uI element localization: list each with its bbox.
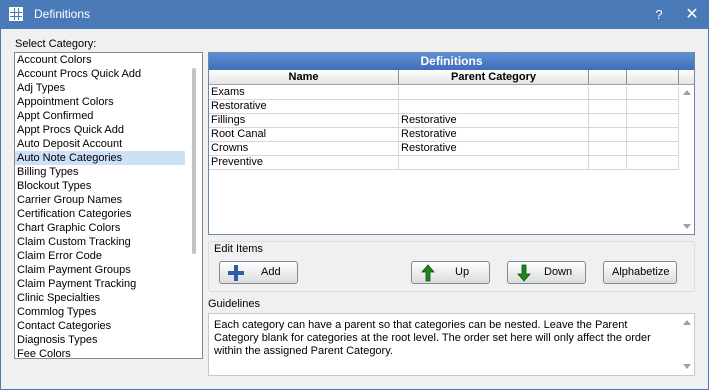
guidelines-scroll-down-icon[interactable] [683, 364, 691, 369]
cell-name: Restorative [209, 100, 399, 113]
up-button[interactable]: Up [411, 261, 490, 284]
cell-parent-category [399, 86, 589, 99]
grid-icon [9, 7, 23, 21]
table-row[interactable]: Exams [209, 86, 679, 100]
title-bar[interactable]: Definitions ? ✕ [1, 1, 708, 29]
category-item[interactable]: Claim Payment Groups [15, 263, 185, 277]
guidelines-scroll-up-icon[interactable] [683, 320, 691, 325]
category-item[interactable]: Account Procs Quick Add [15, 67, 185, 81]
category-item[interactable]: Auto Deposit Account [15, 137, 185, 151]
category-item[interactable]: Claim Custom Tracking [15, 235, 185, 249]
table-row[interactable]: Crowns Restorative [209, 142, 679, 156]
cell-blank [627, 156, 679, 169]
category-item[interactable]: Appt Procs Quick Add [15, 123, 185, 137]
down-button-label: Down [544, 266, 573, 278]
category-item[interactable]: Carrier Group Names [15, 193, 185, 207]
window-title: Definitions [34, 7, 91, 21]
category-item[interactable]: Contact Categories [15, 319, 185, 333]
category-item[interactable]: Adj Types [15, 81, 185, 95]
down-button[interactable]: Down [507, 261, 586, 284]
cell-blank [589, 142, 627, 155]
scroll-up-arrow-icon[interactable] [683, 90, 691, 95]
alphabetize-button[interactable]: Alphabetize [603, 261, 677, 284]
table-row[interactable]: Preventive [209, 156, 679, 170]
scroll-down-arrow-icon[interactable] [683, 224, 691, 229]
cell-parent-category [399, 100, 589, 113]
category-item[interactable]: Auto Note Categories [15, 151, 185, 165]
select-category-label: Select Category: [15, 38, 97, 50]
category-list[interactable]: Account Colors Account Procs Quick Add Adj… [14, 52, 203, 359]
category-item[interactable]: Blockout Types [15, 179, 185, 193]
up-button-label: Up [455, 266, 470, 278]
plus-icon [228, 265, 244, 281]
guidelines-text: Each category can have a parent so that … [214, 319, 651, 357]
table-row[interactable]: Restorative [209, 100, 679, 114]
grid-header: Name Parent Category [209, 70, 694, 85]
category-list-scrollbar[interactable] [187, 53, 202, 358]
cell-parent-category [399, 156, 589, 169]
add-button-label: Add [261, 266, 281, 278]
column-header-blank-1 [589, 70, 627, 84]
category-item[interactable]: Billing Types [15, 165, 185, 179]
cell-blank [589, 86, 627, 99]
cell-blank [627, 86, 679, 99]
category-item[interactable]: Diagnosis Types [15, 333, 185, 347]
category-item[interactable]: Claim Error Code [15, 249, 185, 263]
add-button[interactable]: Add [219, 261, 298, 284]
category-item[interactable]: Certification Categories [15, 207, 185, 221]
close-button[interactable]: ✕ [676, 1, 708, 29]
cell-parent-category: Restorative [399, 114, 589, 127]
arrow-up-icon [421, 264, 435, 282]
cell-blank [627, 114, 679, 127]
edit-items-group: Add Up Down Alphabetize [208, 241, 695, 292]
column-header-name[interactable]: Name [209, 70, 399, 84]
category-item[interactable]: Appt Confirmed [15, 109, 185, 123]
column-header-parent-category[interactable]: Parent Category [399, 70, 589, 84]
cell-blank [589, 114, 627, 127]
table-row[interactable]: Fillings Restorative [209, 114, 679, 128]
grid-title: Definitions [209, 53, 694, 70]
cell-blank [627, 128, 679, 141]
table-row[interactable]: Root Canal Restorative [209, 128, 679, 142]
cell-parent-category: Restorative [399, 142, 589, 155]
category-list-scroll-thumb[interactable] [192, 68, 196, 254]
category-item[interactable]: Appointment Colors [15, 95, 185, 109]
guidelines-label: Guidelines [208, 298, 260, 310]
grid-scrollbar[interactable] [679, 85, 694, 234]
cell-name: Preventive [209, 156, 399, 169]
cell-blank [627, 100, 679, 113]
cell-blank [589, 128, 627, 141]
alphabetize-button-label: Alphabetize [612, 266, 670, 278]
arrow-down-icon [517, 264, 531, 282]
cell-blank [589, 156, 627, 169]
definitions-window: Definitions ? ✕ Select Category: Account… [0, 0, 709, 390]
category-item[interactable]: Clinic Specialties [15, 291, 185, 305]
guidelines-textbox[interactable]: Each category can have a parent so that … [208, 313, 695, 376]
cell-name: Fillings [209, 114, 399, 127]
cell-name: Crowns [209, 142, 399, 155]
category-item[interactable]: Account Colors [15, 53, 185, 67]
category-item[interactable]: Chart Graphic Colors [15, 221, 185, 235]
definitions-grid: Definitions Name Parent Category Exams Re… [208, 52, 695, 235]
help-button[interactable]: ? [643, 1, 675, 29]
cell-parent-category: Restorative [399, 128, 589, 141]
cell-name: Root Canal [209, 128, 399, 141]
cell-blank [589, 100, 627, 113]
cell-blank [627, 142, 679, 155]
guidelines-scrollbar[interactable] [679, 314, 694, 375]
category-item[interactable]: Fee Colors [15, 347, 185, 358]
column-header-blank-2 [627, 70, 679, 84]
category-item[interactable]: Commlog Types [15, 305, 185, 319]
category-item[interactable]: Claim Payment Tracking [15, 277, 185, 291]
cell-name: Exams [209, 86, 399, 99]
